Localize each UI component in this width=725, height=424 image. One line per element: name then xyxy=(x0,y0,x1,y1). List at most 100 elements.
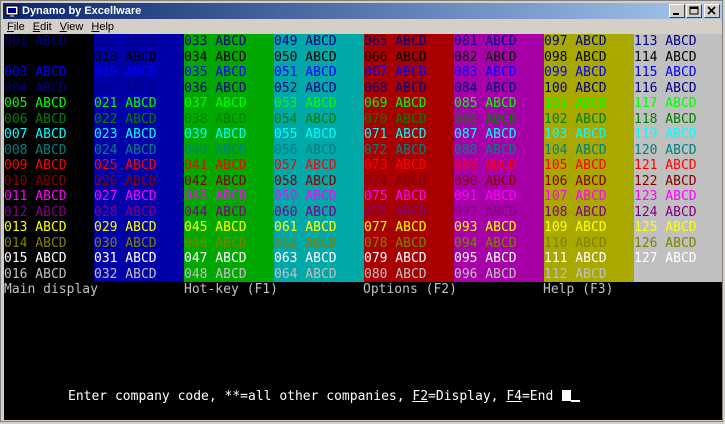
f4-text: =End xyxy=(521,389,562,404)
color-cell: 075 ABCD xyxy=(364,189,427,204)
color-cell: 085 ABCD xyxy=(454,96,517,111)
color-cell: 106 ABCD xyxy=(544,173,607,189)
color-cell: 057 ABCD xyxy=(274,158,337,173)
color-cell: 058 ABCD xyxy=(274,173,337,189)
color-cell: 117 ABCD xyxy=(634,96,697,111)
color-cell: 098 ABCD xyxy=(544,49,607,65)
color-cell: 003 ABCD xyxy=(4,65,67,80)
color-cell: 023 ABCD xyxy=(94,127,157,142)
color-cell: 096 ABCD xyxy=(454,266,517,282)
color-cell: 092 ABCD xyxy=(454,204,517,220)
color-cell: 010 ABCD xyxy=(4,173,67,189)
close-button[interactable] xyxy=(704,4,720,18)
color-cell: 051 ABCD xyxy=(274,65,337,80)
color-cell: 095 ABCD xyxy=(454,251,517,266)
color-column: 033 ABCD 034 ABCD 035 ABCD 036 ABCD 037 ABCD… xyxy=(184,34,274,282)
color-cell: 090 ABCD xyxy=(454,173,517,189)
color-column: 065 ABCD 066 ABCD 067 ABCD 068 ABCD 069 ABCD… xyxy=(364,34,454,282)
color-cell: 007 ABCD xyxy=(4,127,67,142)
color-cell: 012 ABCD xyxy=(4,204,67,220)
color-cell: 110 ABCD xyxy=(544,235,607,251)
menu-file[interactable]: File xyxy=(3,20,29,34)
color-cell: 041 ABCD xyxy=(184,158,247,173)
color-cell: 066 ABCD xyxy=(364,49,427,65)
color-cell: 021 ABCD xyxy=(94,96,157,111)
status-help: Help (F3) xyxy=(543,282,614,297)
color-cell: 060 ABCD xyxy=(274,204,337,220)
color-cell: 120 ABCD xyxy=(634,142,697,158)
title-bar[interactable]: Dynamo by Excellware xyxy=(3,3,722,19)
color-cell: 101 ABCD xyxy=(544,96,607,111)
color-cell: 111 ABCD xyxy=(544,251,607,266)
color-cell: 045 ABCD xyxy=(184,220,247,235)
color-cell: 018 ABCD xyxy=(94,49,157,65)
color-cell: 077 ABCD xyxy=(364,220,427,235)
color-cell: 113 ABCD xyxy=(634,34,697,49)
menu-edit[interactable]: Edit xyxy=(29,20,56,34)
color-cell: 026 ABCD xyxy=(94,173,157,189)
color-cell: 039 ABCD xyxy=(184,127,247,142)
prompt-text: Enter company code, **=all other compani… xyxy=(68,389,413,404)
color-cell: 044 ABCD xyxy=(184,204,247,220)
color-cell: 079 ABCD xyxy=(364,251,427,266)
color-cell: 064 ABCD xyxy=(274,266,337,282)
color-cell xyxy=(4,50,94,66)
status-options: Options (F2) xyxy=(363,282,457,297)
color-cell: 052 ABCD xyxy=(274,80,337,96)
color-cell: 054 ABCD xyxy=(274,111,337,127)
application-window: Dynamo by Excellware File Edit View Help 00… xyxy=(0,0,723,422)
color-cell: 017 ABCD xyxy=(94,34,157,49)
input-cursor[interactable] xyxy=(561,389,581,404)
color-cell: 038 ABCD xyxy=(184,111,247,127)
menu-view[interactable]: View xyxy=(56,20,88,34)
color-cell: 043 ABCD xyxy=(184,189,247,204)
color-cell: 127 ABCD xyxy=(634,251,697,266)
color-cell: 011 ABCD xyxy=(4,189,67,204)
color-cell: 016 ABCD xyxy=(4,266,67,282)
company-code-prompt: Enter company code, **=all other compani… xyxy=(68,388,581,406)
color-cell: 025 ABCD xyxy=(94,158,157,173)
color-column: 081 ABCD 082 ABCD 083 ABCD 084 ABCD 085 ABCD… xyxy=(454,34,544,282)
color-cell: 040 ABCD xyxy=(184,142,247,158)
color-cell: 083 ABCD xyxy=(454,65,517,80)
color-cell: 124 ABCD xyxy=(634,204,697,220)
status-hot-key: Hot-key (F1) xyxy=(184,282,278,297)
color-cell: 091 ABCD xyxy=(454,189,517,204)
color-cell: 004 ABCD xyxy=(4,80,67,96)
color-cell: 032 ABCD xyxy=(94,266,157,282)
color-cell: 112 ABCD xyxy=(544,266,607,282)
color-cell: 046 ABCD xyxy=(184,235,247,251)
color-cell: 009 ABCD xyxy=(4,158,67,173)
menu-bar: File Edit View Help xyxy=(3,20,118,34)
color-column: 001 ABCD 003 ABCD 004 ABCD 005 ABCD 006 ABCD… xyxy=(4,34,94,282)
minimize-button[interactable] xyxy=(669,4,685,18)
color-cell: 031 ABCD xyxy=(94,251,157,266)
color-cell: 036 ABCD xyxy=(184,80,247,96)
color-cell: 027 ABCD xyxy=(94,189,157,204)
color-cell: 087 ABCD xyxy=(454,127,517,142)
color-cell: 015 ABCD xyxy=(4,251,67,266)
color-cell: 050 ABCD xyxy=(274,49,337,65)
color-cell: 014 ABCD xyxy=(4,235,67,251)
color-cell: 061 ABCD xyxy=(274,220,337,235)
color-cell: 059 ABCD xyxy=(274,189,337,204)
menu-help[interactable]: Help xyxy=(87,20,118,34)
color-cell: 001 ABCD xyxy=(4,34,67,49)
color-cell: 047 ABCD xyxy=(184,251,247,266)
color-cell: 033 ABCD xyxy=(184,34,247,49)
color-cell: 125 ABCD xyxy=(634,220,697,235)
maximize-button[interactable] xyxy=(686,4,702,18)
color-cell: 109 ABCD xyxy=(544,220,607,235)
app-icon[interactable] xyxy=(5,4,19,18)
color-cell: 024 ABCD xyxy=(94,142,157,158)
color-cell: 034 ABCD xyxy=(184,49,247,65)
color-cell: 116 ABCD xyxy=(634,80,697,96)
color-cell: 082 ABCD xyxy=(454,49,517,65)
color-cell: 081 ABCD xyxy=(454,34,517,49)
color-cell: 020 ABCD xyxy=(94,80,157,96)
close-icon xyxy=(707,6,716,15)
color-cell: 067 ABCD xyxy=(364,65,427,80)
color-cell: 008 ABCD xyxy=(4,142,67,158)
terminal-console[interactable]: 001 ABCD 003 ABCD 004 ABCD 005 ABCD 006 ABCD… xyxy=(4,34,722,420)
color-cell: 114 ABCD xyxy=(634,49,697,65)
